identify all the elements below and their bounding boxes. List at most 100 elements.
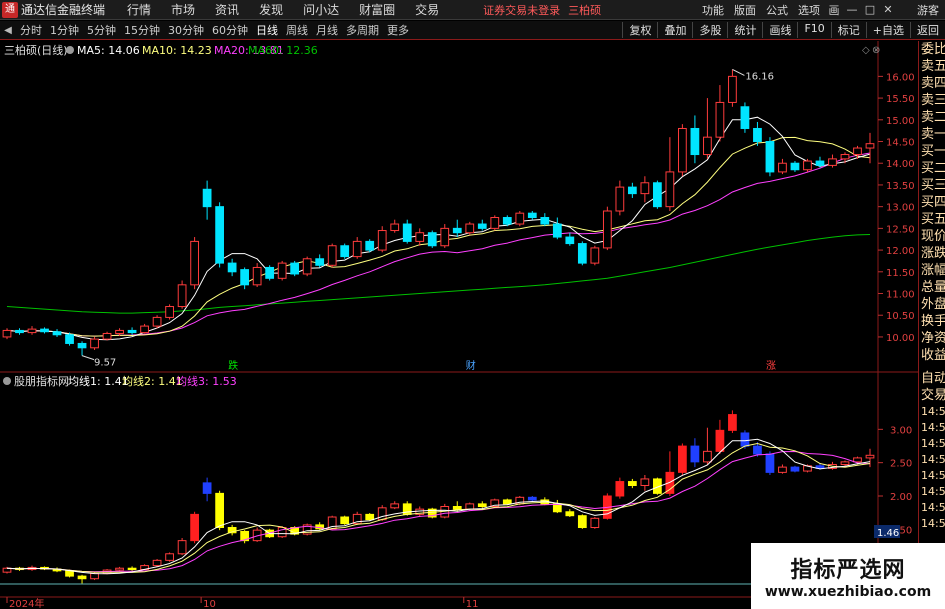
event-marker: 财 (466, 359, 476, 372)
tab-1min[interactable]: 1分钟 (46, 22, 83, 38)
candle (202, 188, 212, 208)
tool-f10[interactable]: F10 (797, 22, 830, 38)
trade-time: 14:56 (921, 485, 945, 498)
tool-draw-line[interactable]: 画线 (762, 22, 797, 38)
menu-options[interactable]: 选项 (793, 2, 825, 18)
tool-back[interactable]: 返回 (910, 22, 945, 38)
candle (415, 232, 425, 242)
price-tick-label: 10.00 (886, 333, 915, 344)
menu-discover[interactable]: 发现 (249, 1, 293, 18)
close-icon[interactable]: ✕ (879, 3, 897, 16)
auto-trade-1[interactable]: 自动 (919, 370, 945, 387)
tab-weekly[interactable]: 周线 (282, 22, 312, 38)
tab-30min[interactable]: 30分钟 (164, 22, 208, 38)
indicator-bar (728, 414, 737, 431)
candle (728, 75, 737, 103)
diamond-icon[interactable]: ◇ (862, 45, 870, 56)
menu-wealth[interactable]: 财富圈 (349, 1, 405, 18)
menu-market[interactable]: 市场 (161, 1, 205, 18)
candle (127, 329, 137, 334)
app-name: 通达信金融终端 (21, 3, 106, 17)
indicator-bar (790, 466, 800, 472)
guest-label[interactable]: 游客 (917, 2, 939, 18)
minimize-icon[interactable]: — (843, 3, 861, 16)
candle (90, 338, 99, 349)
tool-overlay[interactable]: 叠加 (657, 22, 692, 38)
candle (265, 266, 275, 279)
price-tick-label: 13.50 (886, 181, 915, 192)
tool-multi-stock[interactable]: 多股 (692, 22, 727, 38)
tab-monthly[interactable]: 月线 (312, 22, 342, 38)
settings-dot-icon[interactable] (66, 46, 74, 54)
menu-layout[interactable]: 版面 (729, 2, 761, 18)
watermark: 指标严选网 www.xuezhibiao.com (751, 543, 945, 609)
indicator-bar (390, 503, 400, 509)
login-notice[interactable]: 证券交易未登录 (483, 2, 560, 18)
price-tick-label: 14.00 (886, 159, 915, 170)
indicator-bar (452, 506, 462, 510)
candle (252, 266, 262, 286)
ma10-legend: MA10: 14.23 (142, 44, 212, 57)
chevron-left-icon[interactable]: ◀ (0, 25, 16, 36)
indicator-bar (215, 492, 225, 529)
side-net-asset: 净资 (921, 331, 945, 346)
indicator-tick-label: 2.00 (890, 492, 912, 503)
menu-trade[interactable]: 交易 (405, 1, 449, 18)
candle (152, 316, 162, 327)
menu-quotes[interactable]: 行情 (117, 1, 161, 18)
tab-multi-period[interactable]: 多周期 (342, 22, 383, 38)
tool-mark[interactable]: 标记 (830, 22, 866, 38)
candle (477, 223, 487, 229)
tool-stats[interactable]: 统计 (727, 22, 762, 38)
tab-5min[interactable]: 5分钟 (83, 22, 120, 38)
tab-more[interactable]: 更多 (383, 22, 413, 38)
side-sell3: 卖三 (921, 93, 945, 108)
candle (753, 127, 762, 143)
menu-formula[interactable]: 公式 (761, 2, 793, 18)
tab-15min[interactable]: 15分钟 (120, 22, 164, 38)
candle (390, 223, 400, 232)
close-chart-icon[interactable]: ⊗ (872, 45, 880, 56)
indicator-bar (202, 482, 212, 494)
indicator-bar (340, 516, 350, 525)
candle (840, 154, 850, 160)
indicator-bar (90, 572, 99, 580)
menu-ask[interactable]: 问小达 (293, 1, 349, 18)
x-tick-label: 11 (466, 599, 479, 609)
tab-daily[interactable]: 日线 (252, 22, 282, 38)
kline-chart-area[interactable]: 10.00 10.50 11.00 11.50 12.00 12.50 13.00 13.50… (0, 41, 918, 609)
indicator-bar (477, 503, 487, 508)
right-menu: 功能 版面 公式 选项 (697, 2, 825, 18)
price-tick-label: 15.50 (886, 94, 915, 105)
stock-name-top: 三柏硕 (568, 3, 602, 17)
candle (652, 182, 662, 208)
candle (565, 236, 575, 245)
line1-legend: 均线1: 1.41 (68, 374, 129, 388)
side-buy3: 买三 (921, 178, 945, 193)
side-buy2: 买二 (921, 161, 945, 176)
auto-trade-2[interactable]: 交易 (919, 387, 945, 404)
side-sell5: 卖五 (921, 59, 945, 74)
price-tick-label: 10.50 (886, 311, 915, 322)
indicator-bar (565, 511, 575, 517)
draw-icon[interactable]: 画 (825, 2, 843, 18)
candle (327, 245, 337, 266)
indicator-bar (190, 513, 199, 542)
candle (690, 127, 700, 156)
menu-news[interactable]: 资讯 (205, 1, 249, 18)
price-tick-label: 11.00 (886, 290, 915, 301)
candle (715, 101, 725, 138)
menu-function[interactable]: 功能 (697, 2, 729, 18)
tab-timeshare[interactable]: 分时 (16, 22, 46, 38)
candle (552, 223, 562, 238)
indicator-bar (165, 553, 174, 561)
maximize-icon[interactable]: □ (861, 3, 879, 16)
tool-add-watchlist[interactable]: +自选 (865, 22, 910, 38)
tool-adjust[interactable]: 复权 (622, 22, 657, 38)
price-tick-label: 14.50 (886, 138, 915, 149)
side-sell2: 卖二 (921, 110, 945, 125)
candle (427, 232, 437, 247)
tab-60min[interactable]: 60分钟 (208, 22, 252, 38)
indicator-settings-icon[interactable] (3, 377, 11, 385)
trade-time: 14:56 (921, 421, 945, 434)
